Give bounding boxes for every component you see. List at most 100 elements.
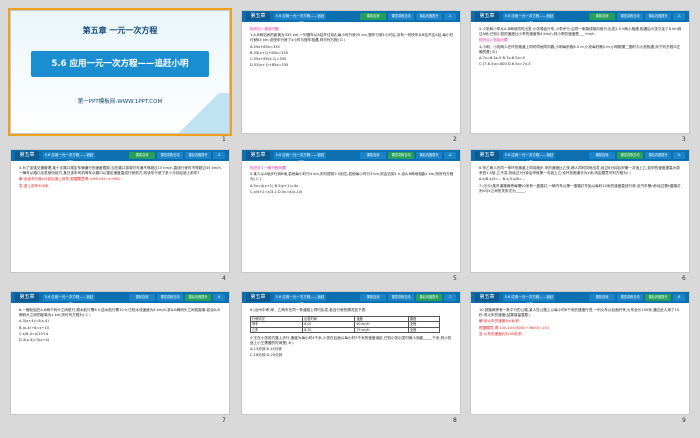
section-tab-1[interactable]: 课前自测 xyxy=(129,152,155,159)
chapter-label: 第五章 xyxy=(15,151,39,160)
content-line: C.(7-6.5)x=400 D.6.5x=7x-5 xyxy=(479,62,531,67)
content-line: 解:设该车行驶x分钟后追上前车,根据题意得: x/60×45=x+900 xyxy=(19,177,121,182)
lesson-title-label: 5.6 应用一元一次方程——追赶小明 xyxy=(274,152,326,164)
section-tab-1[interactable]: 课前自测 xyxy=(360,294,386,301)
section-tab-3[interactable]: 课后巩固提升 xyxy=(416,294,442,301)
section-tab-2[interactable]: 课堂讲练互动 xyxy=(388,13,414,20)
section-tab-1[interactable]: 课前自测 xyxy=(129,294,155,301)
content-line: A.x/8-x/3=... B.x/3-x/8=... xyxy=(479,177,526,182)
slide-number: 8 xyxy=(453,417,457,424)
lesson-title-label: 5.6 应用一元一次方程——追赶小明 xyxy=(503,13,555,25)
section-tab-2[interactable]: 课堂讲练互动 xyxy=(388,152,414,159)
slide-header-bar: 第五章 5.6 应用一元一次方程——追赶小明 课前自测 课堂讲练互动 课后巩固提升 -7- xyxy=(242,292,460,306)
content-line: B.55(x+1)+85x=335 xyxy=(250,50,288,55)
page-indicator: -1- xyxy=(444,13,456,20)
section-tab-3[interactable]: 课后巩固提升 xyxy=(645,152,671,159)
section-tab-3[interactable]: 课后巩固提升 xyxy=(416,13,442,20)
content-line: D.3(x-4)=5(x+4) xyxy=(19,338,50,343)
section-tab-2[interactable]: 课堂讲练互动 xyxy=(617,294,643,301)
slide-content: 4.为了加强交通管理,某十字路口规定车辆通行的速度限制,当在路口拐弯时车速不得超… xyxy=(19,166,223,268)
chapter-label: 第五章 xyxy=(246,151,270,160)
section-tab-2[interactable]: 课堂讲练互动 xyxy=(157,152,183,159)
page-indicator: -7- xyxy=(444,294,456,301)
section-tabs: 课前自测 课堂讲练互动 课后巩固提升 -1- xyxy=(360,13,456,20)
content-line: C.x/4+2=x/3-1 D.5x=4(x-10) xyxy=(250,189,303,194)
section-tab-1[interactable]: 课前自测 xyxy=(589,152,615,159)
slide-header-bar: 第五章 5.6 应用一元一次方程——追赶小明 课前自测 课堂讲练互动 课后巩固提升 -3- xyxy=(11,150,229,164)
section-tabs: 课前自测 课堂讲练互动 课后巩固提升 -4- xyxy=(360,152,456,159)
chapter-label: 第五章 xyxy=(15,293,39,302)
slide-thumbnail-1[interactable]: 第五章 一元一次方程 5.6 应用一元一次方程——追赶小明 第一PPT模板网-WWW… xyxy=(8,8,232,136)
content-line: 答:追上前车900米. xyxy=(19,183,50,188)
section-tab-3[interactable]: 课后巩固提升 xyxy=(645,13,671,20)
slide-content: 2.小张和小李从A,B两地同时出发,小张骑自行车,小李步行,沿同一条路线相向而行… xyxy=(479,27,683,129)
content-line: 4.为了加强交通管理,某十字路口规定车辆通行的速度限制,当在路口拐弯时车速不得超… xyxy=(19,166,222,176)
content-line: 知识点3 一般行程问题 xyxy=(250,166,286,170)
page-indicator: -4- xyxy=(444,152,456,159)
section-tab-2[interactable]: 课堂讲练互动 xyxy=(157,294,183,301)
chapter-label: 第五章 xyxy=(246,293,270,302)
slide-header-bar: 第五章 5.6 应用一元一次方程——追赶小明 课前自测 课堂讲练互动 课后巩固提升 -4- xyxy=(242,150,460,164)
content-line: 9.(台州中考)甲、乙两车在同一条道路上同时出发,各自行驶的情况如下表: xyxy=(250,308,367,312)
page-indicator: -2- xyxy=(673,13,685,20)
slide-thumbnail-3[interactable]: 第五章 5.6 应用一元一次方程——追赶小明 课前自测 课堂讲练互动 课后巩固提升 -2-… xyxy=(470,10,690,134)
slide-number: 6 xyxy=(682,275,686,282)
content-line: C.x/8-4=x/10+4 xyxy=(19,331,49,336)
slide-header-bar: 第五章 5.6 应用一元一次方程——追赶小明 课前自测 课堂讲练互动 课后巩固提升 -1- xyxy=(242,11,460,25)
cover-title-band: 5.6 应用一元一次方程——追赶小明 xyxy=(31,51,209,77)
section-tab-3[interactable]: 课后巩固提升 xyxy=(185,294,211,301)
data-table: 行驶情况 出发时间 速度 路程 甲车 8:00 60 km/h 全程 乙车 8:30 75 km/h… xyxy=(249,316,441,333)
slide-thumbnail-2[interactable]: 第五章 5.6 应用一元一次方程——追赶小明 课前自测 课堂讲练互动 课后巩固提升 -1-… xyxy=(241,10,461,134)
slide-header-bar: 第五章 5.6 应用一元一次方程——追赶小明 课前自测 课堂讲练互动 课后巩固提升 -2- xyxy=(471,11,689,25)
section-tab-3[interactable]: 课后巩固提升 xyxy=(645,294,671,301)
slide-thumbnail-9[interactable]: 第五章 5.6 应用一元一次方程——追赶小明 课前自测 课堂讲练互动 课后巩固提升 -8-… xyxy=(470,291,690,415)
table-cell: 8:30 xyxy=(302,326,356,333)
slide-content: 8.一艘轮船在A,B两个码头之间航行,顺水航行需8 h,逆水航行需10 h,已知… xyxy=(19,308,223,410)
slide-number: 7 xyxy=(222,417,226,424)
table-cell: 75 km/h xyxy=(354,326,409,333)
content-line: 6.甲乙两人在同一条环形跑道上同向跑步,甲的速度比乙快,两人同时同地出发,经过8… xyxy=(479,166,680,176)
section-tab-2[interactable]: 课堂讲练互动 xyxy=(617,13,643,20)
content-line: 小王在小张前方路上步行,速度为每小时4千米,小张在后面以每小时5千米的速度追赶,… xyxy=(250,335,452,346)
content-line: 根据题意,得:10x-10×(6000÷3600)=150 xyxy=(479,325,549,330)
section-tab-1[interactable]: 课前自测 xyxy=(589,13,615,20)
content-line: A.5x=4(x+1) B.5(x+1)=4x xyxy=(250,183,299,188)
section-tab-3[interactable]: 课后巩固提升 xyxy=(416,152,442,159)
page-indicator: -6- xyxy=(213,294,225,301)
slide-header-bar: 第五章 5.6 应用一元一次方程——追赶小明 课前自测 课堂讲练互动 课后巩固提升 -5- xyxy=(471,150,689,164)
content-line: C.55x+85(x-1)=335 xyxy=(250,57,287,62)
content-line: C.18分钟 D.20分钟 xyxy=(250,353,283,358)
slide-number: 9 xyxy=(682,417,686,424)
slide-header-bar: 第五章 5.6 应用一元一次方程——追赶小明 课前自测 课堂讲练互动 课后巩固提升 -6- xyxy=(11,292,229,306)
lesson-title-label: 5.6 应用一元一次方程——追赶小明 xyxy=(43,152,95,164)
slide-thumbnail-7[interactable]: 第五章 5.6 应用一元一次方程——追赶小明 课前自测 课堂讲练互动 课后巩固提升 -6-… xyxy=(10,291,230,415)
section-tabs: 课前自测 课堂讲练互动 课后巩固提升 -8- xyxy=(589,294,685,301)
content-line: 解:设火车的速度为x米/秒, xyxy=(479,319,521,324)
content-line: 5.某人从A地步行到B地,若他每小时行4 km,则可提前2 h到达;若他每小时行… xyxy=(250,172,454,182)
slide-content: 6.甲乙两人在同一条环形跑道上同向跑步,甲的速度比乙快,两人同时同地出发,经过8… xyxy=(479,166,683,268)
table-cell: 乙车 xyxy=(249,326,304,333)
slide-thumbnail-8[interactable]: 第五章 5.6 应用一元一次方程——追赶小明 课前自测 课堂讲练互动 课后巩固提升 -7-… xyxy=(241,291,461,415)
slide-thumbnail-5[interactable]: 第五章 5.6 应用一元一次方程——追赶小明 课前自测 课堂讲练互动 课后巩固提升 -4-… xyxy=(241,149,461,273)
lesson-title-label: 5.6 应用一元一次方程——追赶小明 xyxy=(503,152,555,164)
chapter-label: 第五章 xyxy=(246,12,270,21)
slide-number: 5 xyxy=(453,275,457,282)
content-line: 8.一艘轮船在A,B两个码头之间航行,顺水航行需8 h,逆水航行需10 h,已知… xyxy=(19,308,220,318)
slide-content: 知识点3 一般行程问题 5.某人从A地步行到B地,若他每小时行4 km,则可提前2… xyxy=(250,166,454,268)
section-tab-3[interactable]: 课后巩固提升 xyxy=(185,152,211,159)
content-line: 知识点1 相向问题 xyxy=(250,27,279,31)
slide-header-bar: 第五章 5.6 应用一元一次方程——追赶小明 课前自测 课堂讲练互动 课后巩固提升 -8- xyxy=(471,292,689,306)
slide-thumbnail-6[interactable]: 第五章 5.6 应用一元一次方程——追赶小明 课前自测 课堂讲练互动 课后巩固提升 -5-… xyxy=(470,149,690,273)
lesson-title-label: 5.6 应用一元一次方程——追赶小明 xyxy=(43,294,95,306)
slide-thumbnail-4[interactable]: 第五章 5.6 应用一元一次方程——追赶小明 课前自测 课堂讲练互动 课后巩固提升 -3-… xyxy=(10,149,230,273)
section-tab-2[interactable]: 课堂讲练互动 xyxy=(617,152,643,159)
page-indicator: -3- xyxy=(213,152,225,159)
slide-number: 1 xyxy=(222,136,226,143)
section-tab-1[interactable]: 课前自测 xyxy=(360,13,386,20)
lesson-title-label: 5.6 应用一元一次方程——追赶小明 xyxy=(274,13,326,25)
section-tab-2[interactable]: 课堂讲练互动 xyxy=(388,294,414,301)
content-line: A.13分钟 B.15分钟 xyxy=(250,347,282,352)
section-tab-1[interactable]: 课前自测 xyxy=(360,152,386,159)
section-tab-1[interactable]: 课前自测 xyxy=(589,294,615,301)
slide-sorter-grid: 第五章 一元一次方程 5.6 应用一元一次方程——追赶小明 第一PPT模板网-WWW… xyxy=(0,0,700,438)
